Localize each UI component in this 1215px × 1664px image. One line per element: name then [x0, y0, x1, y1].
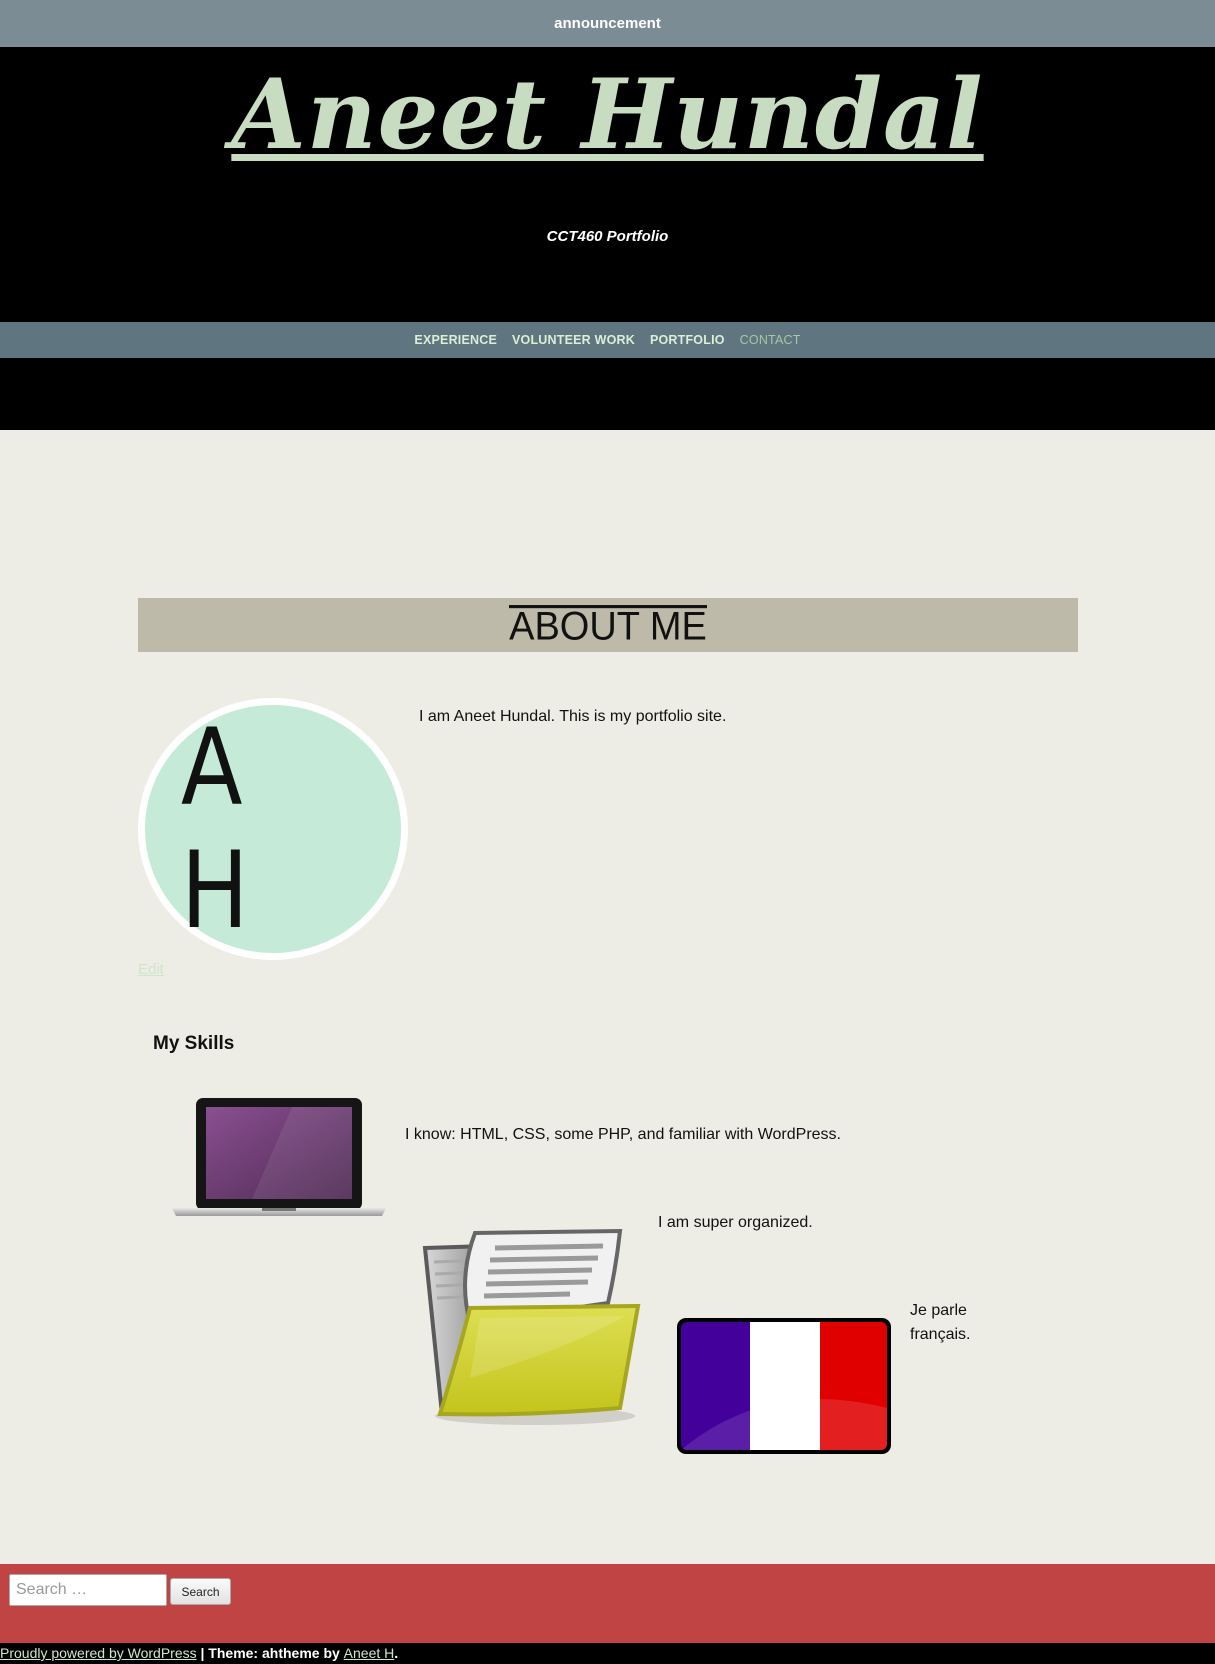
- wordpress-link[interactable]: Proudly powered by WordPress: [0, 1645, 197, 1661]
- folder-icon: [422, 1228, 641, 1425]
- announcement-text: announcement: [554, 15, 661, 32]
- header-spacer: [0, 358, 1215, 430]
- avatar: A H: [138, 698, 408, 960]
- nav-item-portfolio[interactable]: PORTFOLIO: [650, 333, 725, 347]
- nav-item-experience[interactable]: EXPERIENCE: [414, 333, 497, 347]
- theme-credit-text: | Theme: ahtheme by: [196, 1645, 344, 1661]
- site-credits: Proudly powered by WordPress | Theme: ah…: [0, 1643, 1215, 1664]
- laptop-icon: [172, 1098, 386, 1216]
- credit-end: .: [394, 1645, 399, 1661]
- main-navigation: EXPERIENCE VOLUNTEER WORK PORTFOLIO CONT…: [0, 322, 1215, 358]
- about-title: ABOUT ME: [509, 604, 707, 649]
- about-intro-text: I am Aneet Hundal. This is my portfolio …: [419, 708, 727, 725]
- france-flag-icon: [677, 1318, 891, 1454]
- about-heading-bar: ABOUT ME: [138, 598, 1078, 652]
- site-title-link[interactable]: Aneet Hundal: [0, 58, 1215, 171]
- search-input[interactable]: [9, 1574, 167, 1606]
- announcement-bar: announcement: [0, 0, 1215, 47]
- author-link[interactable]: Aneet H: [344, 1645, 395, 1661]
- search-button[interactable]: Search: [170, 1578, 231, 1605]
- edit-link[interactable]: Edit: [138, 961, 164, 978]
- skill-text-organized: I am super organized.: [658, 1214, 813, 1231]
- skill-text-web: I know: HTML, CSS, some PHP, and familia…: [405, 1126, 841, 1143]
- site-tagline: CCT460 Portfolio: [546, 228, 669, 245]
- avatar-initials: A H: [180, 706, 268, 952]
- skills-heading: My Skills: [153, 1033, 235, 1054]
- nav-item-volunteer-work[interactable]: VOLUNTEER WORK: [512, 333, 635, 347]
- nav-item-contact[interactable]: CONTACT: [740, 333, 801, 347]
- skill-text-french: Je parle français.: [910, 1302, 971, 1343]
